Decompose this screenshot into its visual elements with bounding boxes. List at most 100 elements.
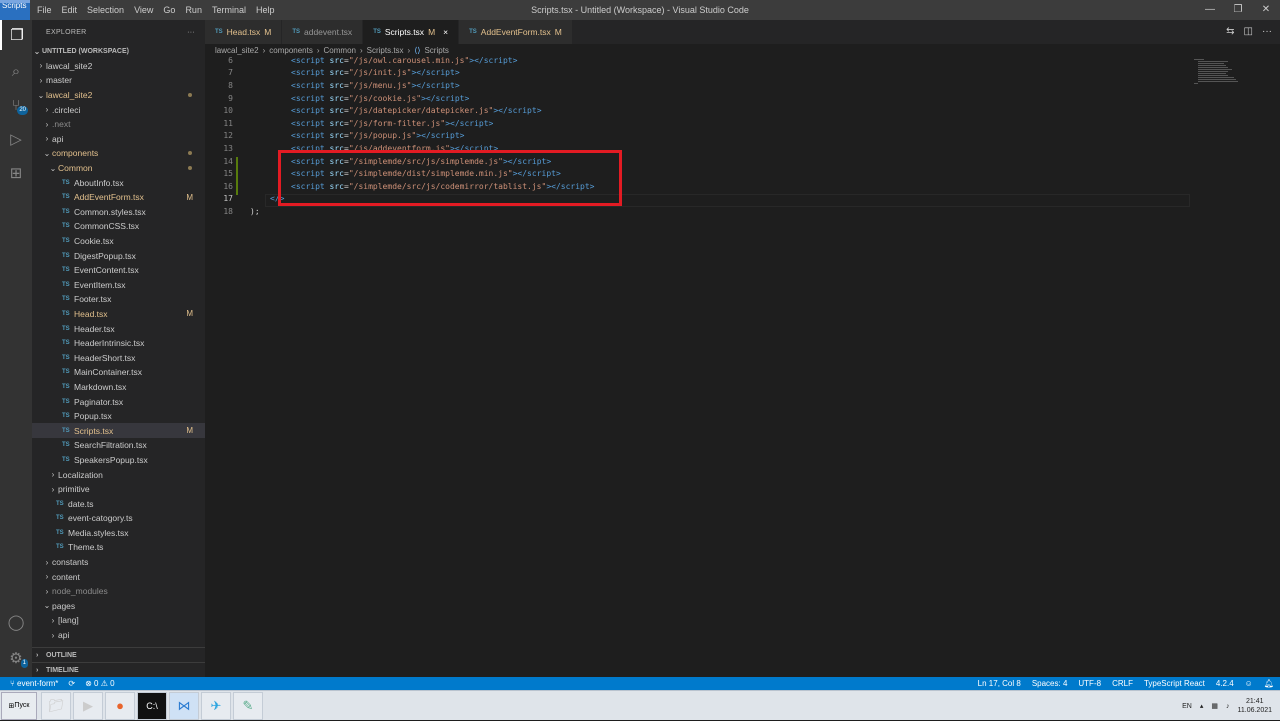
file-item[interactable]: TS Header.tsx <box>32 321 205 336</box>
volume-icon[interactable]: ♪ <box>1226 703 1230 710</box>
telegram-icon[interactable]: ✈ <box>201 691 231 720</box>
folder-item[interactable]: › primitive <box>32 482 205 497</box>
tab-head-tsx[interactable]: TS Head.tsx M <box>205 20 283 44</box>
search-icon[interactable]: ⌕ <box>0 56 32 86</box>
file-item[interactable]: TS Markdown.tsx <box>32 380 205 395</box>
tab-addevent-tsx[interactable]: TS addevent.tsx <box>282 20 364 44</box>
feedback-icon[interactable]: ☺ <box>1245 679 1253 688</box>
ts-version[interactable]: 4.2.4 <box>1216 679 1234 688</box>
more-actions-icon[interactable]: ··· <box>187 29 195 36</box>
file-item[interactable]: TS SpeakersPopup.tsx <box>32 453 205 468</box>
language-indicator[interactable]: EN <box>1182 703 1192 710</box>
cursor-position[interactable]: Ln 17, Col 8 <box>978 679 1021 688</box>
clock[interactable]: 21:41 11.06.2021 <box>1237 697 1272 715</box>
restore-icon[interactable]: ❐ <box>1224 0 1252 20</box>
folder-item[interactable]: › .next <box>32 117 205 132</box>
folder-item[interactable]: ⌄ Common <box>32 161 205 176</box>
file-item[interactable]: TS HeaderShort.tsx <box>32 350 205 365</box>
breadcrumb-item[interactable]: Scripts <box>424 46 448 55</box>
folder-item[interactable]: ⌄ lawcal_site2 <box>32 88 205 103</box>
file-item[interactable]: TS Footer.tsx <box>32 292 205 307</box>
folder-item[interactable]: › [lang] <box>32 613 205 628</box>
start-button[interactable]: ⊞ Пуск <box>1 691 37 720</box>
file-item[interactable]: TS Paginator.tsx <box>32 394 205 409</box>
minimap[interactable] <box>1190 57 1270 117</box>
files-icon[interactable]: ❐ <box>0 20 32 50</box>
file-item[interactable]: TS DigestPopup.tsx <box>32 248 205 263</box>
file-item[interactable]: TS CommonCSS.tsx <box>32 219 205 234</box>
folder-item[interactable]: › content <box>32 569 205 584</box>
media-player-icon[interactable]: ▶ <box>73 691 103 720</box>
folder-item[interactable]: › lawcal_site2 <box>32 59 205 74</box>
branch-indicator[interactable]: ⑂ event-form* <box>10 679 58 688</box>
menu-terminal[interactable]: Terminal <box>207 0 251 20</box>
tab-scripts-tsx[interactable]: TS Scripts.tsx M × <box>363 20 460 44</box>
terminal-icon[interactable]: C:\ <box>137 691 167 720</box>
language-mode[interactable]: TypeScript React <box>1144 679 1205 688</box>
folder-item[interactable]: › api <box>32 132 205 147</box>
folder-item[interactable]: › Localization <box>32 467 205 482</box>
file-item[interactable]: TS Scripts.tsx M <box>32 423 205 439</box>
app-icon[interactable]: ✎ <box>233 691 263 720</box>
breadcrumb-item[interactable]: Common <box>324 46 356 55</box>
file-item[interactable]: TS MainContainer.tsx <box>32 365 205 380</box>
file-item[interactable]: TS Theme.ts <box>32 540 205 555</box>
close-icon[interactable]: × <box>443 27 448 37</box>
line-ending[interactable]: CRLF <box>1112 679 1133 688</box>
folder-item[interactable]: › constants <box>32 555 205 570</box>
firefox-icon[interactable]: ● <box>105 691 135 720</box>
close-window-icon[interactable]: ✕ <box>1252 0 1280 20</box>
tray-expand-icon[interactable]: ▴ <box>1200 702 1204 710</box>
menu-go[interactable]: Go <box>158 0 180 20</box>
menu-run[interactable]: Run <box>180 0 207 20</box>
network-icon[interactable]: ▦ <box>1211 702 1218 710</box>
file-item[interactable]: TS EventContent.tsx <box>32 263 205 278</box>
extensions-icon[interactable]: ⊞ <box>0 158 32 188</box>
menu-selection[interactable]: Selection <box>82 0 129 20</box>
file-item[interactable]: TS Head.tsx M <box>32 307 205 322</box>
file-item[interactable]: TS AddEventForm.tsx M <box>32 190 205 205</box>
more-icon[interactable]: ··· <box>1262 20 1272 44</box>
menu-view[interactable]: View <box>129 0 158 20</box>
split-editor-icon[interactable]: ◫ <box>1244 20 1253 44</box>
file-item[interactable]: TS Popup.tsx <box>32 409 205 424</box>
indentation[interactable]: Spaces: 4 <box>1032 679 1068 688</box>
folder-item[interactable]: › master <box>32 73 205 88</box>
file-item[interactable]: TS HeaderIntrinsic.tsx <box>32 336 205 351</box>
sync-icon[interactable]: ⟳ <box>68 679 75 688</box>
problems-indicator[interactable]: ⊗ 0 ⚠ 0 <box>85 679 114 688</box>
vscode-icon[interactable]: ⋈ <box>169 691 199 720</box>
source-control-icon[interactable]: ⑂ 20 <box>0 90 32 120</box>
menu-help[interactable]: Help <box>251 0 280 20</box>
minimize-icon[interactable]: — <box>1196 0 1224 20</box>
breadcrumb-item[interactable]: lawcal_site2 <box>215 46 259 55</box>
workspace-header[interactable]: ⌄ UNTITLED (WORKSPACE) <box>32 44 205 59</box>
breadcrumb-item[interactable]: Scripts.tsx <box>367 46 404 55</box>
file-item[interactable]: TS date.ts <box>32 496 205 511</box>
file-item[interactable]: TS Common.styles.tsx <box>32 205 205 220</box>
gear-icon[interactable]: ⚙ 1 <box>0 643 32 673</box>
editor-scrollbar[interactable] <box>1270 57 1280 677</box>
file-explorer-icon[interactable]: 📁︎ <box>41 691 71 720</box>
file-item[interactable]: TS AboutInfo.tsx <box>32 175 205 190</box>
folder-item[interactable]: › node_modules <box>32 584 205 599</box>
file-item[interactable]: TS EventItem.tsx <box>32 278 205 293</box>
file-item[interactable]: TS SearchFiltration.tsx <box>32 438 205 453</box>
run-debug-icon[interactable]: ▷ <box>0 124 32 154</box>
open-changes-icon[interactable]: ⇆ <box>1226 20 1234 44</box>
menu-edit[interactable]: Edit <box>57 0 83 20</box>
folder-item[interactable]: ⌄ pages <box>32 599 205 614</box>
folder-item[interactable]: ⌄ components <box>32 146 205 161</box>
encoding[interactable]: UTF-8 <box>1078 679 1101 688</box>
breadcrumb-item[interactable]: components <box>269 46 313 55</box>
account-icon[interactable]: ◯ <box>0 607 32 637</box>
menu-file[interactable]: File <box>32 0 57 20</box>
file-item[interactable]: TS event-catogory.ts <box>32 511 205 526</box>
file-item[interactable]: TS Media.styles.tsx <box>32 526 205 541</box>
tab-addeventform-tsx[interactable]: TS AddEventForm.tsx M <box>459 20 573 44</box>
outline-section[interactable]: › OUTLINE <box>32 647 205 662</box>
bell-icon[interactable]: 🔔︎ <box>1264 679 1274 688</box>
folder-item[interactable]: › .circleci <box>32 102 205 117</box>
timeline-section[interactable]: › TIMELINE <box>32 662 205 677</box>
folder-item[interactable]: › api <box>32 628 205 643</box>
